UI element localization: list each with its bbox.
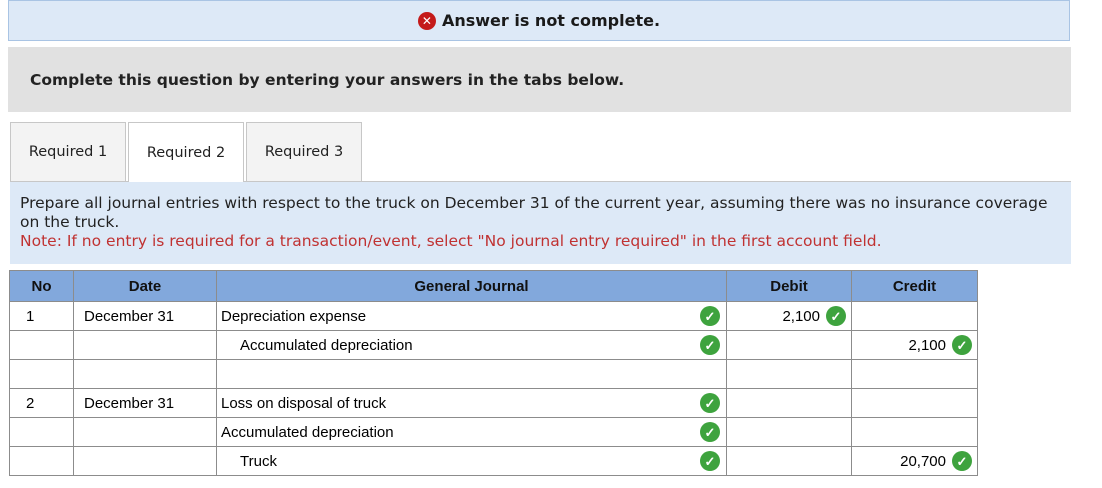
date-value: December 31 (84, 307, 175, 325)
credit-cell[interactable] (851, 417, 978, 447)
entry-number (9, 359, 74, 389)
prompt-note: Note: If no entry is required for a tran… (20, 232, 882, 250)
account-value: Accumulated depreciation (240, 336, 413, 354)
debit-value: 2,100 (782, 307, 820, 325)
credit-value: 20,700 (900, 452, 946, 470)
table-row: 1 December 31 Depreciation expense ✓ 2,1… (9, 301, 978, 331)
debit-cell[interactable] (726, 359, 852, 389)
date-cell[interactable] (73, 359, 217, 389)
entry-number (9, 417, 74, 447)
tab-required-1[interactable]: Required 1 (10, 122, 126, 181)
tab-required-3[interactable]: Required 3 (246, 122, 362, 181)
credit-cell[interactable] (851, 359, 978, 389)
table-header-row: No Date General Journal Debit Credit (9, 270, 978, 302)
entry-number: 2 (9, 388, 74, 418)
instructions-panel: Complete this question by entering your … (8, 47, 1071, 112)
check-icon: ✓ (700, 335, 720, 355)
answer-status-text: Answer is not complete. (441, 11, 661, 30)
account-value: Truck (240, 452, 277, 470)
account-cell[interactable]: Loss on disposal of truck ✓ (216, 388, 727, 418)
table-row: Accumulated depreciation ✓ 2,100 ✓ (9, 330, 978, 360)
header-date: Date (73, 270, 217, 302)
check-icon: ✓ (700, 306, 720, 326)
question-prompt: Prepare all journal entries with respect… (10, 182, 1071, 264)
date-value: December 31 (84, 394, 175, 412)
date-cell[interactable] (73, 446, 217, 476)
table-row: Accumulated depreciation ✓ (9, 417, 978, 447)
entry-number (9, 330, 74, 360)
general-journal-table: No Date General Journal Debit Credit 1 D… (9, 270, 978, 476)
debit-cell[interactable] (726, 446, 852, 476)
account-cell[interactable]: Accumulated depreciation ✓ (216, 417, 727, 447)
account-cell[interactable]: Accumulated depreciation ✓ (216, 330, 727, 360)
credit-cell[interactable] (851, 301, 978, 331)
check-icon: ✓ (952, 335, 972, 355)
credit-cell[interactable]: 20,700 ✓ (851, 446, 978, 476)
credit-cell[interactable]: 2,100 ✓ (851, 330, 978, 360)
check-icon: ✓ (700, 422, 720, 442)
date-cell[interactable] (73, 330, 217, 360)
table-row: 2 December 31 Loss on disposal of truck … (9, 388, 978, 418)
account-cell[interactable]: Truck ✓ (216, 446, 727, 476)
date-cell[interactable] (73, 417, 217, 447)
tab-required-2[interactable]: Required 2 (128, 122, 244, 182)
check-icon: ✓ (826, 306, 846, 326)
header-debit: Debit (726, 270, 852, 302)
account-value: Depreciation expense (221, 307, 367, 325)
table-row (9, 359, 978, 389)
check-icon: ✓ (700, 451, 720, 471)
debit-cell[interactable]: 2,100 ✓ (726, 301, 852, 331)
entry-number (9, 446, 74, 476)
entry-number: 1 (9, 301, 74, 331)
prompt-text: Prepare all journal entries with respect… (20, 194, 1048, 231)
account-cell[interactable]: Depreciation expense ✓ (216, 301, 727, 331)
check-icon: ✓ (952, 451, 972, 471)
instructions-text: Complete this question by entering your … (30, 70, 625, 89)
account-value: Loss on disposal of truck (221, 394, 387, 412)
answer-status-banner: ✕ Answer is not complete. (8, 0, 1070, 41)
debit-cell[interactable] (726, 417, 852, 447)
account-cell[interactable] (216, 359, 727, 389)
debit-cell[interactable] (726, 330, 852, 360)
debit-cell[interactable] (726, 388, 852, 418)
credit-value: 2,100 (908, 336, 946, 354)
header-no: No (9, 270, 74, 302)
date-cell[interactable]: December 31 (73, 388, 217, 418)
date-cell[interactable]: December 31 (73, 301, 217, 331)
account-value: Accumulated depreciation (221, 423, 394, 441)
credit-cell[interactable] (851, 388, 978, 418)
check-icon: ✓ (700, 393, 720, 413)
header-general-journal: General Journal (216, 270, 727, 302)
header-credit: Credit (851, 270, 978, 302)
x-circle-icon: ✕ (417, 11, 436, 30)
table-row: Truck ✓ 20,700 ✓ (9, 446, 978, 476)
